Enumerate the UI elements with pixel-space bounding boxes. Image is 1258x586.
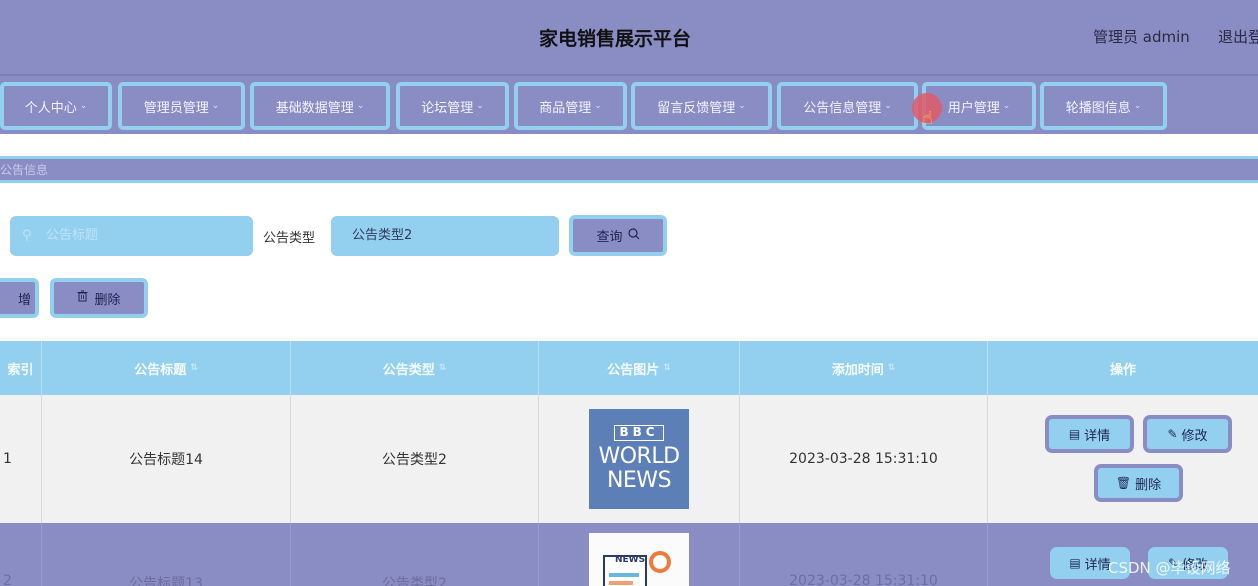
cell-time: 2023-03-28 15:31:10 bbox=[740, 523, 988, 586]
nav-item-personal-center[interactable]: 个人中心 ⌄ bbox=[0, 82, 112, 130]
cell-type: 公告类型2 bbox=[291, 395, 539, 523]
trash-icon bbox=[77, 290, 88, 306]
type-input[interactable]: 公告类型2 bbox=[331, 216, 559, 256]
nav-item-announcement-management[interactable]: 公告信息管理 ⌄ bbox=[777, 82, 918, 130]
cell-title: 公告标题13 bbox=[42, 523, 291, 586]
detail-button[interactable]: ▤ 详情 bbox=[1045, 415, 1134, 453]
column-header-index[interactable]: 索引 bbox=[0, 341, 42, 395]
sort-icon: ⇅ bbox=[438, 363, 447, 373]
search-icon bbox=[627, 227, 640, 244]
nav-item-base-data-management[interactable]: 基础数据管理 ⌄ bbox=[250, 82, 390, 130]
batch-delete-button[interactable]: 删除 bbox=[50, 278, 148, 318]
add-button[interactable]: 增 bbox=[0, 278, 39, 318]
edit-button[interactable]: ✎ 修改 bbox=[1143, 415, 1232, 453]
logout-link[interactable]: 退出登 bbox=[1218, 26, 1258, 47]
sort-icon: ⇅ bbox=[663, 363, 671, 373]
announcement-image[interactable]: NEWS bbox=[589, 533, 689, 586]
cell-actions: ▤ 详情 ✎ 修改 🗑 删除 bbox=[988, 395, 1258, 523]
column-header-type[interactable]: 公告类型 ⇅ bbox=[291, 341, 539, 395]
sort-icon: ⇅ bbox=[887, 363, 896, 373]
cell-time: 2023-03-28 15:31:10 bbox=[740, 395, 988, 523]
table-row: 2 公告标题13 公告类型2 NEWS 2023-03-28 15:31:10 … bbox=[0, 523, 1258, 586]
cell-type: 公告类型2 bbox=[291, 523, 539, 586]
query-button[interactable]: 查询 bbox=[569, 215, 667, 256]
breadcrumb: 公告信息 bbox=[0, 159, 1258, 183]
column-header-title[interactable]: 公告标题 ⇅ bbox=[42, 341, 291, 395]
cell-index: 2 bbox=[0, 523, 42, 586]
document-icon: ▤ bbox=[1069, 556, 1081, 570]
cell-image: NEWS bbox=[539, 523, 740, 586]
nav-item-carousel-info[interactable]: 轮播图信息 ⌄ bbox=[1040, 82, 1167, 130]
nav-item-product-management[interactable]: 商品管理 ⌄ bbox=[514, 82, 627, 130]
current-user: 管理员 admin bbox=[1093, 28, 1190, 46]
document-icon: ▤ bbox=[1068, 427, 1081, 441]
hand-cursor-icon: ☝ bbox=[922, 108, 933, 129]
nav-item-forum-management[interactable]: 论坛管理 ⌄ bbox=[396, 82, 509, 130]
chevron-down-icon: ⌄ bbox=[476, 101, 484, 111]
nav-item-feedback-management[interactable]: 留言反馈管理 ⌄ bbox=[631, 82, 772, 130]
main-nav: 个人中心 ⌄ 管理员管理 ⌄ 基础数据管理 ⌄ 论坛管理 ⌄ 商品管理 ⌄ 留言反馈管理 ⌄… bbox=[0, 76, 1258, 134]
chevron-down-icon: ⌄ bbox=[211, 101, 220, 111]
type-label: 公告类型 bbox=[263, 231, 316, 246]
search-icon: ⚲ bbox=[22, 228, 32, 243]
table-row: 1 公告标题14 公告类型2 BBC WORLD NEWS 2023-03-28… bbox=[0, 395, 1258, 523]
chevron-down-icon: ⌄ bbox=[356, 101, 365, 111]
app-title: 家电销售展示平台 bbox=[538, 28, 691, 50]
delete-button[interactable]: 🗑 删除 bbox=[1094, 464, 1183, 502]
table-header: 索引 公告标题 ⇅ 公告类型 ⇅ 公告图片 ⇅ 添加时间 ⇅ 操作 bbox=[0, 341, 1258, 395]
sort-icon: ⇅ bbox=[190, 363, 198, 373]
chevron-down-icon: ⌄ bbox=[594, 101, 602, 111]
cell-index: 1 bbox=[0, 395, 42, 523]
chevron-down-icon: ⌄ bbox=[884, 101, 892, 111]
trash-icon: 🗑 bbox=[1115, 476, 1132, 490]
top-header: 家电销售展示平台 管理员 admin 退出登 bbox=[0, 0, 1258, 76]
watermark: CSDN @毕设网络 bbox=[1108, 559, 1231, 577]
cell-image: BBC WORLD NEWS bbox=[539, 395, 740, 523]
chevron-down-icon: ⌄ bbox=[79, 101, 88, 111]
column-header-time[interactable]: 添加时间 ⇅ bbox=[740, 341, 988, 395]
column-header-image[interactable]: 公告图片 ⇅ bbox=[539, 341, 740, 395]
chevron-down-icon: ⌄ bbox=[738, 101, 746, 111]
nav-item-admin-management[interactable]: 管理员管理 ⌄ bbox=[118, 82, 245, 130]
chevron-down-icon: ⌄ bbox=[1133, 101, 1142, 111]
title-search-input[interactable]: ⚲ 公告标题 bbox=[10, 216, 253, 256]
cell-title: 公告标题14 bbox=[42, 395, 291, 523]
column-header-actions: 操作 bbox=[1109, 362, 1136, 378]
chevron-down-icon: ⌄ bbox=[1002, 101, 1011, 111]
announcement-image[interactable]: BBC WORLD NEWS bbox=[589, 409, 689, 509]
pencil-icon: ✎ bbox=[1167, 427, 1178, 441]
